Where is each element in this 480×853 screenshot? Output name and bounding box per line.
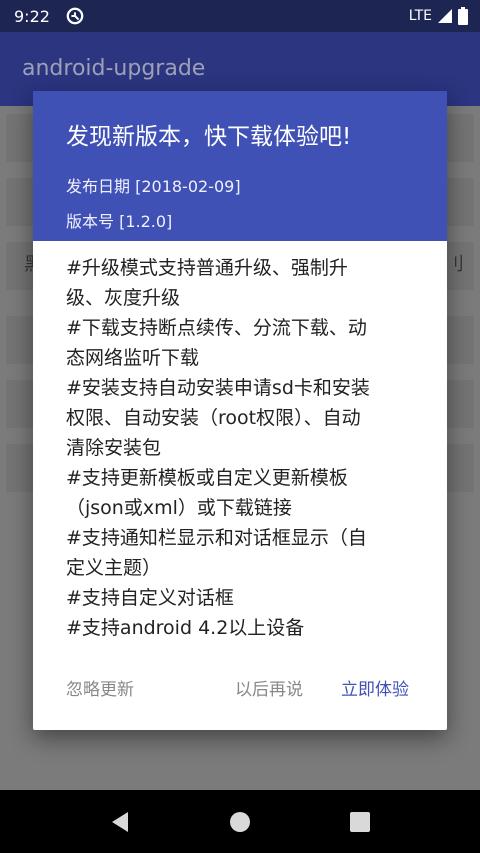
content-line: #安装支持自动安装申请sd卡和安装 [66, 377, 370, 399]
app-title: android-upgrade [22, 56, 206, 81]
content-line: 态网络监听下载 [66, 347, 200, 369]
content-line: #支持更新模板或自定义更新模板 [66, 467, 348, 489]
content-line: （json或xml）或下载链接 [66, 497, 292, 519]
dialog-content: #升级模式支持普通升级、强制升 级、灰度升级 #下载支持断点续传、分流下载、动 … [66, 253, 416, 643]
status-indicators: LTE [409, 7, 468, 25]
content-line: #升级模式支持普通升级、强制升 [66, 257, 348, 279]
release-date: 发布日期 [2018-02-09] [66, 177, 241, 196]
content-line: 定义主题） [66, 557, 162, 579]
ignore-update-button[interactable]: 忽略更新 [66, 675, 134, 700]
status-time: 9:22 [14, 6, 50, 26]
home-icon[interactable] [226, 808, 254, 836]
remind-later-button[interactable]: 以后再说 [235, 675, 303, 700]
back-icon[interactable] [106, 808, 134, 836]
update-now-button[interactable]: 立即体验 [341, 675, 409, 700]
update-dialog: 发现新版本，快下载体验吧! 发布日期 [2018-02-09] 版本号 [1.2… [33, 91, 447, 730]
signal-icon [438, 9, 452, 23]
content-line: 级、灰度升级 [66, 287, 181, 309]
content-line: #支持android 4.2以上设备 [66, 617, 305, 639]
content-line: 权限、自动安装（root权限）、自动 [66, 407, 361, 429]
content-line: #下载支持断点续传、分流下载、动 [66, 317, 367, 339]
dialog-actions: 忽略更新 以后再说 立即体验 [33, 671, 447, 705]
navigation-bar [0, 790, 480, 853]
content-line: 清除安装包 [66, 437, 162, 459]
dialog-title: 发现新版本，快下载体验吧! [66, 124, 352, 150]
dialog-header: 发现新版本，快下载体验吧! 发布日期 [2018-02-09] 版本号 [1.2… [33, 91, 447, 241]
sync-status-icon [66, 7, 84, 25]
battery-icon [458, 7, 468, 25]
recent-apps-icon[interactable] [346, 808, 374, 836]
content-line: #支持自定义对话框 [66, 587, 234, 609]
network-type: LTE [408, 8, 432, 24]
background-partial-text: 刂 [446, 254, 464, 275]
content-line: #支持通知栏显示和对话框显示（自 [66, 527, 367, 549]
status-bar: 9:22 LTE [0, 0, 480, 32]
version-number: 版本号 [1.2.0] [66, 212, 173, 231]
